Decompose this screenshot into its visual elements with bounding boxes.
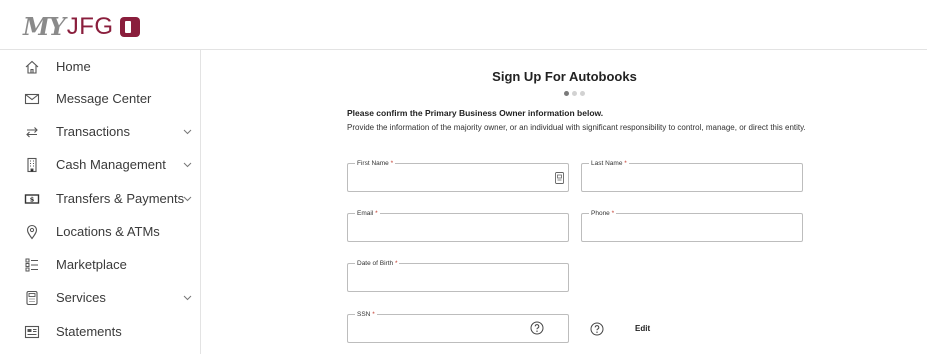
logo-my-text: MY [23, 12, 66, 41]
required-mark: * [375, 210, 378, 217]
dob-label-text: Date of Birth [357, 260, 394, 267]
sidebar-item-services[interactable]: Services [0, 281, 201, 314]
sidebar-item-cash-management[interactable]: Cash Management [0, 148, 201, 181]
form-description: Provide the information of the majority … [347, 123, 806, 132]
sidebar-item-transfers-payments[interactable]: $ Transfers & Payments [0, 182, 201, 215]
sidebar-item-statements[interactable]: Statements [0, 315, 201, 348]
logo-jfg-text: JFG [66, 12, 114, 40]
step-dot [572, 91, 577, 96]
required-mark: * [372, 311, 375, 318]
dob-label: Date of Birth * [355, 259, 400, 268]
main-content: Sign Up For Autobooks Please confirm the… [202, 50, 927, 354]
email-field[interactable]: Email * [347, 209, 569, 242]
dob-field[interactable]: Date of Birth * [347, 259, 569, 292]
sidebar-item-label: Home [56, 59, 91, 74]
sidebar-item-label: Message Center [56, 91, 152, 106]
sidebar-item-label: Transfers & Payments [56, 191, 185, 206]
help-icon[interactable] [530, 321, 544, 340]
phone-label-text: Phone [591, 210, 610, 217]
sidebar-item-locations-atms[interactable]: Locations & ATMs [0, 215, 201, 248]
phone-field[interactable]: Phone * [581, 209, 803, 242]
sidebar-item-home[interactable]: Home [0, 50, 201, 83]
myjfg-logo[interactable]: MY JFG [23, 12, 140, 41]
logo-mark-icon [119, 16, 140, 37]
last-name-label-text: Last Name [591, 160, 623, 167]
sidebar-item-marketplace[interactable]: Marketplace [0, 248, 201, 281]
first-name-label-text: First Name [357, 160, 389, 167]
sidebar-item-label: Statements [56, 324, 122, 339]
required-mark: * [394, 260, 398, 267]
calculator-icon [23, 289, 41, 307]
required-mark: * [624, 160, 627, 167]
sidebar-item-label: Cash Management [56, 157, 166, 172]
required-mark: * [611, 210, 615, 217]
home-icon [23, 58, 41, 76]
page-title: Sign Up For Autobooks [492, 69, 637, 84]
required-mark: * [390, 160, 394, 167]
envelope-icon [23, 90, 41, 108]
edit-link[interactable]: Edit [635, 324, 650, 333]
sidebar-item-label: Locations & ATMs [56, 224, 160, 239]
svg-text:$: $ [30, 195, 35, 203]
location-pin-icon [23, 223, 41, 241]
chevron-down-icon[interactable] [182, 127, 192, 137]
email-label-text: Email [357, 210, 374, 217]
building-icon [23, 156, 41, 174]
ssn-label: SSN * [355, 310, 377, 319]
list-icon [23, 256, 41, 274]
top-bar: MY JFG [0, 0, 927, 50]
contact-card-icon[interactable] [555, 171, 564, 189]
sidebar-item-message-center[interactable]: Message Center [0, 82, 201, 115]
ssn-label-text: SSN [357, 311, 371, 318]
phone-label: Phone * [589, 209, 617, 218]
ssn-field[interactable]: SSN * [347, 310, 569, 343]
chevron-down-icon[interactable] [182, 293, 192, 303]
chevron-down-icon[interactable] [182, 160, 192, 170]
last-name-field[interactable]: Last Name * [581, 159, 803, 192]
form-heading: Please confirm the Primary Business Owne… [347, 108, 604, 118]
help-icon[interactable] [590, 322, 604, 336]
chevron-down-icon[interactable] [182, 194, 192, 204]
last-name-label: Last Name * [589, 159, 629, 168]
dollar-bill-icon: $ [23, 190, 41, 208]
sidebar-nav: Home Message Center Transactions Cash Ma… [0, 50, 201, 354]
step-indicator [564, 91, 585, 96]
email-label: Email * [355, 209, 380, 218]
sidebar-item-transactions[interactable]: Transactions [0, 115, 201, 148]
step-dot-active [564, 91, 569, 96]
sidebar-item-label: Services [56, 290, 106, 305]
step-dot [580, 91, 585, 96]
first-name-label: First Name * [355, 159, 396, 168]
transfer-arrows-icon [23, 123, 41, 141]
sidebar-item-label: Marketplace [56, 257, 127, 272]
sidebar-item-label: Transactions [56, 124, 130, 139]
first-name-field[interactable]: First Name * [347, 159, 569, 192]
statement-icon [23, 323, 41, 341]
